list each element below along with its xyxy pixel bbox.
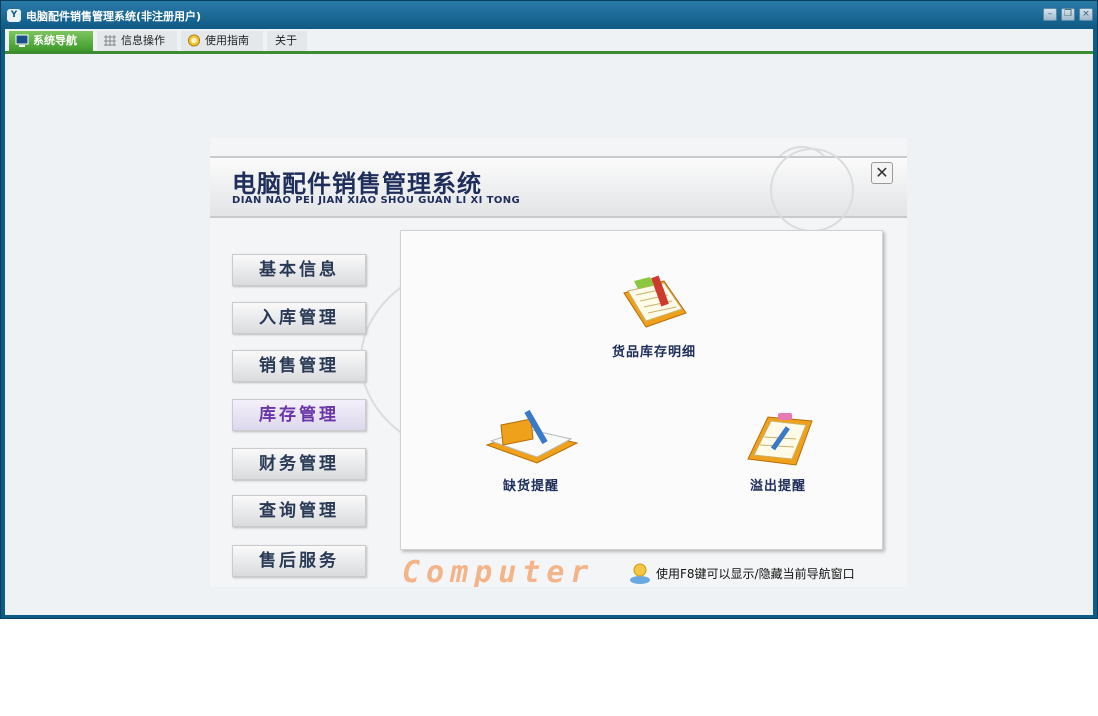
feature-stock-detail[interactable]: 货品库存明细 — [599, 273, 709, 360]
menu-bar: 系统导航 信息操作 使用指南 关于 — [5, 29, 1093, 54]
restore-button[interactable]: ❐ — [1061, 8, 1075, 21]
sidebar-item-sales[interactable]: 销售管理 — [232, 350, 366, 382]
menu-item-label: 使用指南 — [205, 34, 249, 47]
menu-item-about[interactable]: 关于 — [267, 31, 307, 51]
close-window-button[interactable]: × — [1079, 8, 1093, 21]
minimize-button[interactable]: – — [1043, 8, 1057, 21]
grid-icon — [104, 35, 116, 46]
menu-item-info-ops[interactable]: 信息操作 — [97, 31, 177, 51]
menu-item-system-nav[interactable]: 系统导航 — [9, 31, 93, 51]
content-area: 货品库存明细 缺货提醒 溢出提醒 — [400, 230, 883, 550]
client-area: 系统导航 信息操作 使用指南 关于 电脑配件销售管理系统 DIAN NAO PE… — [5, 29, 1093, 615]
footer-logo: Computer — [402, 555, 595, 587]
help-icon — [187, 34, 201, 47]
window-title: 电脑配件销售管理系统(非注册用户) — [26, 10, 202, 23]
panel-title: 电脑配件销售管理系统 — [232, 170, 482, 198]
navigation-panel: 电脑配件销售管理系统 DIAN NAO PEI JIAN XIAO SHOU G… — [210, 138, 907, 587]
sidebar-item-stock-in[interactable]: 入库管理 — [232, 302, 366, 334]
menu-item-label: 系统导航 — [33, 34, 77, 47]
feature-label: 溢出提醒 — [749, 479, 806, 494]
close-panel-button[interactable]: ✕ — [871, 162, 893, 184]
menu-item-label: 信息操作 — [121, 34, 165, 47]
user-icon — [630, 563, 650, 584]
feature-overflow-alert[interactable]: 溢出提醒 — [723, 407, 833, 494]
feature-shortage-alert[interactable]: 缺货提醒 — [481, 407, 581, 494]
decor-swirl — [770, 148, 854, 232]
documents-icon — [623, 275, 687, 328]
sidebar-item-basic-info[interactable]: 基本信息 — [232, 254, 366, 286]
feature-label: 货品库存明细 — [611, 345, 696, 360]
sidebar-item-after-sales[interactable]: 售后服务 — [232, 545, 366, 577]
monitor-icon — [15, 34, 29, 47]
sidebar-item-query[interactable]: 查询管理 — [232, 495, 366, 527]
main-window: Y 电脑配件销售管理系统(非注册用户) – ❐ × 系统导航 信息操作 使用指南… — [0, 0, 1098, 619]
menu-item-label: 关于 — [275, 34, 297, 47]
f8-hint-text: 使用F8键可以显示/隐藏当前导航窗口 — [656, 567, 855, 581]
sidebar-item-inventory[interactable]: 库存管理 — [232, 399, 366, 431]
feature-label: 缺货提醒 — [502, 479, 559, 494]
panel-header: 电脑配件销售管理系统 DIAN NAO PEI JIAN XIAO SHOU G… — [210, 148, 907, 232]
menu-item-user-guide[interactable]: 使用指南 — [181, 31, 263, 51]
panel-subtitle: DIAN NAO PEI JIAN XIAO SHOU GUAN LI XI T… — [232, 195, 521, 206]
app-icon: Y — [7, 9, 21, 22]
sidebar-item-finance[interactable]: 财务管理 — [232, 448, 366, 480]
notebook-pen-icon — [485, 409, 579, 464]
title-bar[interactable]: Y 电脑配件销售管理系统(非注册用户) – ❐ × — [1, 1, 1097, 29]
clipboard-pen-icon — [747, 413, 813, 466]
